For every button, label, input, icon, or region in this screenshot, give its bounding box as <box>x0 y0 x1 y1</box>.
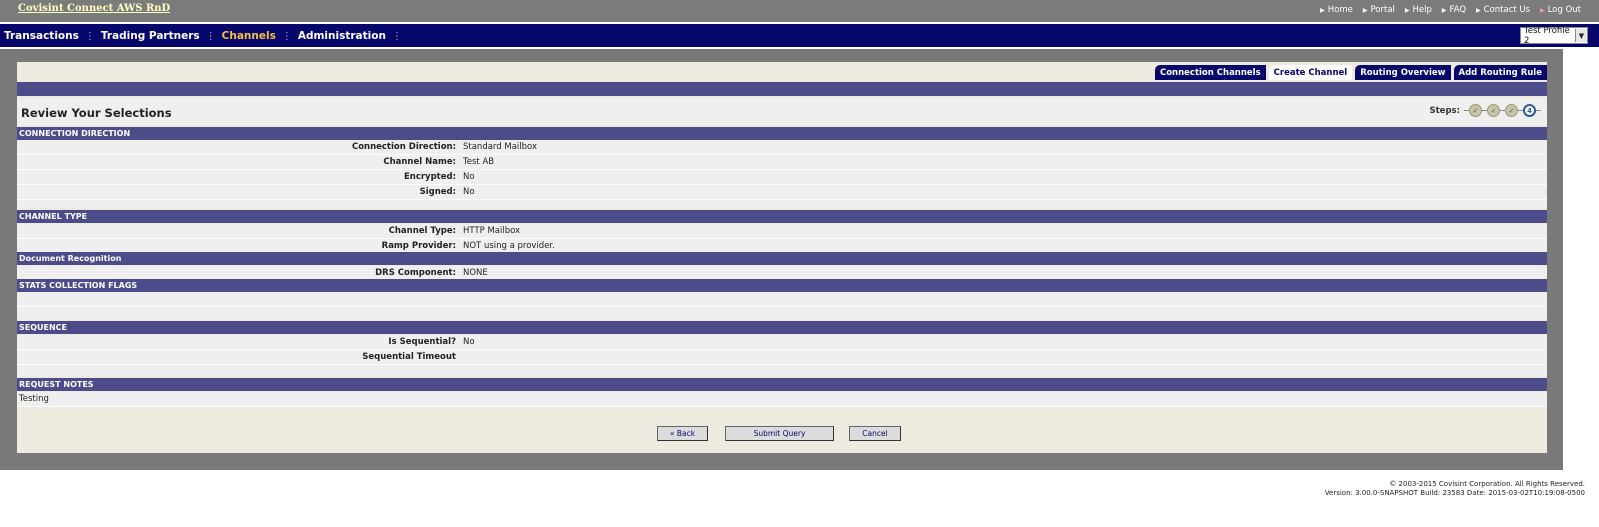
nav-channels[interactable]: Channels <box>222 30 276 42</box>
field-value: NOT using a provider. <box>463 241 555 251</box>
tab-create-channel[interactable]: Create Channel <box>1268 65 1353 80</box>
table-row: Is Sequential? No <box>17 335 1547 350</box>
table-row <box>17 292 1547 307</box>
back-button[interactable]: « Back <box>657 426 708 441</box>
step-complete-check-icon: ✓ <box>1469 104 1482 117</box>
step-indicator: Steps: ✓ ✓ ✓ 4 <box>1429 104 1541 117</box>
submit-query-button[interactable]: Submit Query <box>725 426 834 441</box>
field-label: Connection Direction: <box>351 142 456 152</box>
brand-link[interactable]: Covisint Connect AWS RnD <box>18 3 170 14</box>
table-row: Testing <box>17 392 1547 407</box>
chevron-down-icon[interactable]: ▼ <box>1575 29 1587 42</box>
arrow-right-icon: ▶ <box>1540 6 1545 14</box>
field-label: Ramp Provider: <box>381 241 456 251</box>
field-value: Standard Mailbox <box>463 142 538 152</box>
field-label: Channel Type: <box>388 226 456 236</box>
table-row: Channel Name: Test AB <box>17 155 1547 170</box>
step-complete-check-icon: ✓ <box>1487 104 1500 117</box>
connection-direction-rows: Connection Direction: Standard Mailbox C… <box>17 140 1547 208</box>
tab-connection-channels[interactable]: Connection Channels <box>1154 65 1266 80</box>
arrow-right-icon: ▶ <box>1476 6 1481 14</box>
home-link[interactable]: ▶ Home <box>1320 5 1353 15</box>
cancel-button[interactable]: Cancel <box>849 426 901 441</box>
request-notes-text: Testing <box>19 394 49 404</box>
footer: © 2003-2015 Covisint Corporation. All Ri… <box>1325 480 1585 498</box>
document-recognition-rows: DRS Component: NONE <box>17 266 1547 281</box>
help-link[interactable]: ▶ Help <box>1405 5 1432 15</box>
nav-separator: ⋮ <box>391 30 402 42</box>
nav-separator: ⋮ <box>84 30 95 42</box>
main-nav: Transactions ⋮ Trading Partners ⋮ Channe… <box>4 30 408 42</box>
field-label: Encrypted: <box>403 172 456 182</box>
table-row: Channel Type: HTTP Mailbox <box>17 224 1547 239</box>
table-row: Connection Direction: Standard Mailbox <box>17 140 1547 155</box>
field-label: Channel Name: <box>383 157 456 167</box>
channel-type-rows: Channel Type: HTTP Mailbox Ramp Provider… <box>17 224 1547 254</box>
faq-link[interactable]: ▶ FAQ <box>1442 5 1466 15</box>
main-nav-bar: Transactions ⋮ Trading Partners ⋮ Channe… <box>0 24 1599 49</box>
steps-label: Steps: <box>1429 105 1461 116</box>
arrow-right-icon: ▶ <box>1441 6 1447 14</box>
nav-separator: ⋮ <box>205 30 216 42</box>
nav-transactions[interactable]: Transactions <box>4 30 79 42</box>
field-label: Signed: <box>419 187 456 197</box>
nav-trading-partners[interactable]: Trading Partners <box>101 30 200 42</box>
contact-us-link[interactable]: ▶ Contact Us <box>1476 5 1530 15</box>
section-connection-direction: CONNECTION DIRECTION <box>17 127 1547 140</box>
top-links: ▶ Home ▶ Portal ▶ Help ▶ FAQ ▶ Contact Us ▶ Lo… <box>1320 5 1581 15</box>
table-row: Sequential Timeout <box>17 350 1547 365</box>
log-out-link[interactable]: ▶ Log Out <box>1540 5 1581 15</box>
profile-select[interactable]: Test Profile 2 ▼ <box>1520 25 1588 46</box>
section-channel-type: CHANNEL TYPE <box>17 210 1547 223</box>
stats-collection-rows <box>17 292 1547 319</box>
table-row: Signed: No <box>17 185 1547 200</box>
table-row: Encrypted: No <box>17 170 1547 185</box>
arrow-right-icon: ▶ <box>1362 6 1368 14</box>
top-bar: Covisint Connect AWS RnD ▶ Home ▶ Portal ▶… <box>0 0 1599 22</box>
section-sequence: SEQUENCE <box>17 321 1547 334</box>
arrow-right-icon: ▶ <box>1404 6 1410 14</box>
version-text: Version: 3.00.0-SNAPSHOT Build: 23583 Da… <box>1324 489 1585 497</box>
copyright-text: © 2003-2015 Covisint Corporation. All Ri… <box>1389 480 1585 488</box>
field-value: Test AB <box>463 157 495 167</box>
tab-add-routing-rule[interactable]: Add Routing Rule <box>1453 65 1547 80</box>
portal-link[interactable]: ▶ Portal <box>1363 5 1395 15</box>
header-strip <box>17 82 1547 96</box>
field-value: No <box>463 187 475 197</box>
step-connector <box>1536 110 1541 111</box>
profile-value: Test Profile 2 <box>1524 25 1570 46</box>
section-request-notes: REQUEST NOTES <box>17 378 1547 391</box>
nav-separator: ⋮ <box>281 30 292 42</box>
channel-tabs: Connection Channels Create Channel Routi… <box>1152 65 1547 80</box>
nav-administration[interactable]: Administration <box>298 30 386 42</box>
field-value: No <box>463 337 475 347</box>
arrow-right-icon: ▶ <box>1320 6 1325 14</box>
field-value: HTTP Mailbox <box>463 226 521 236</box>
section-document-recognition: Document Recognition <box>17 252 1547 265</box>
field-label: Sequential Timeout <box>362 352 456 362</box>
page-title: Review Your Selections <box>21 106 172 120</box>
section-stats-collection-flags: STATS COLLECTION FLAGS <box>17 279 1547 292</box>
field-value: NONE <box>463 268 488 278</box>
review-header: Review Your Selections Steps: ✓ ✓ ✓ 4 <box>17 98 1547 125</box>
form-buttons: « Back Submit Query Cancel <box>657 426 901 441</box>
field-label: Is Sequential? <box>388 337 456 347</box>
sequence-rows: Is Sequential? No Sequential Timeout <box>17 335 1547 376</box>
request-notes-rows: Testing <box>17 392 1547 407</box>
step-complete-check-icon: ✓ <box>1505 104 1518 117</box>
current-step: 4 <box>1523 104 1536 117</box>
tab-routing-overview[interactable]: Routing Overview <box>1355 65 1451 80</box>
field-value: No <box>463 172 475 182</box>
field-label: DRS Component: <box>375 268 456 278</box>
